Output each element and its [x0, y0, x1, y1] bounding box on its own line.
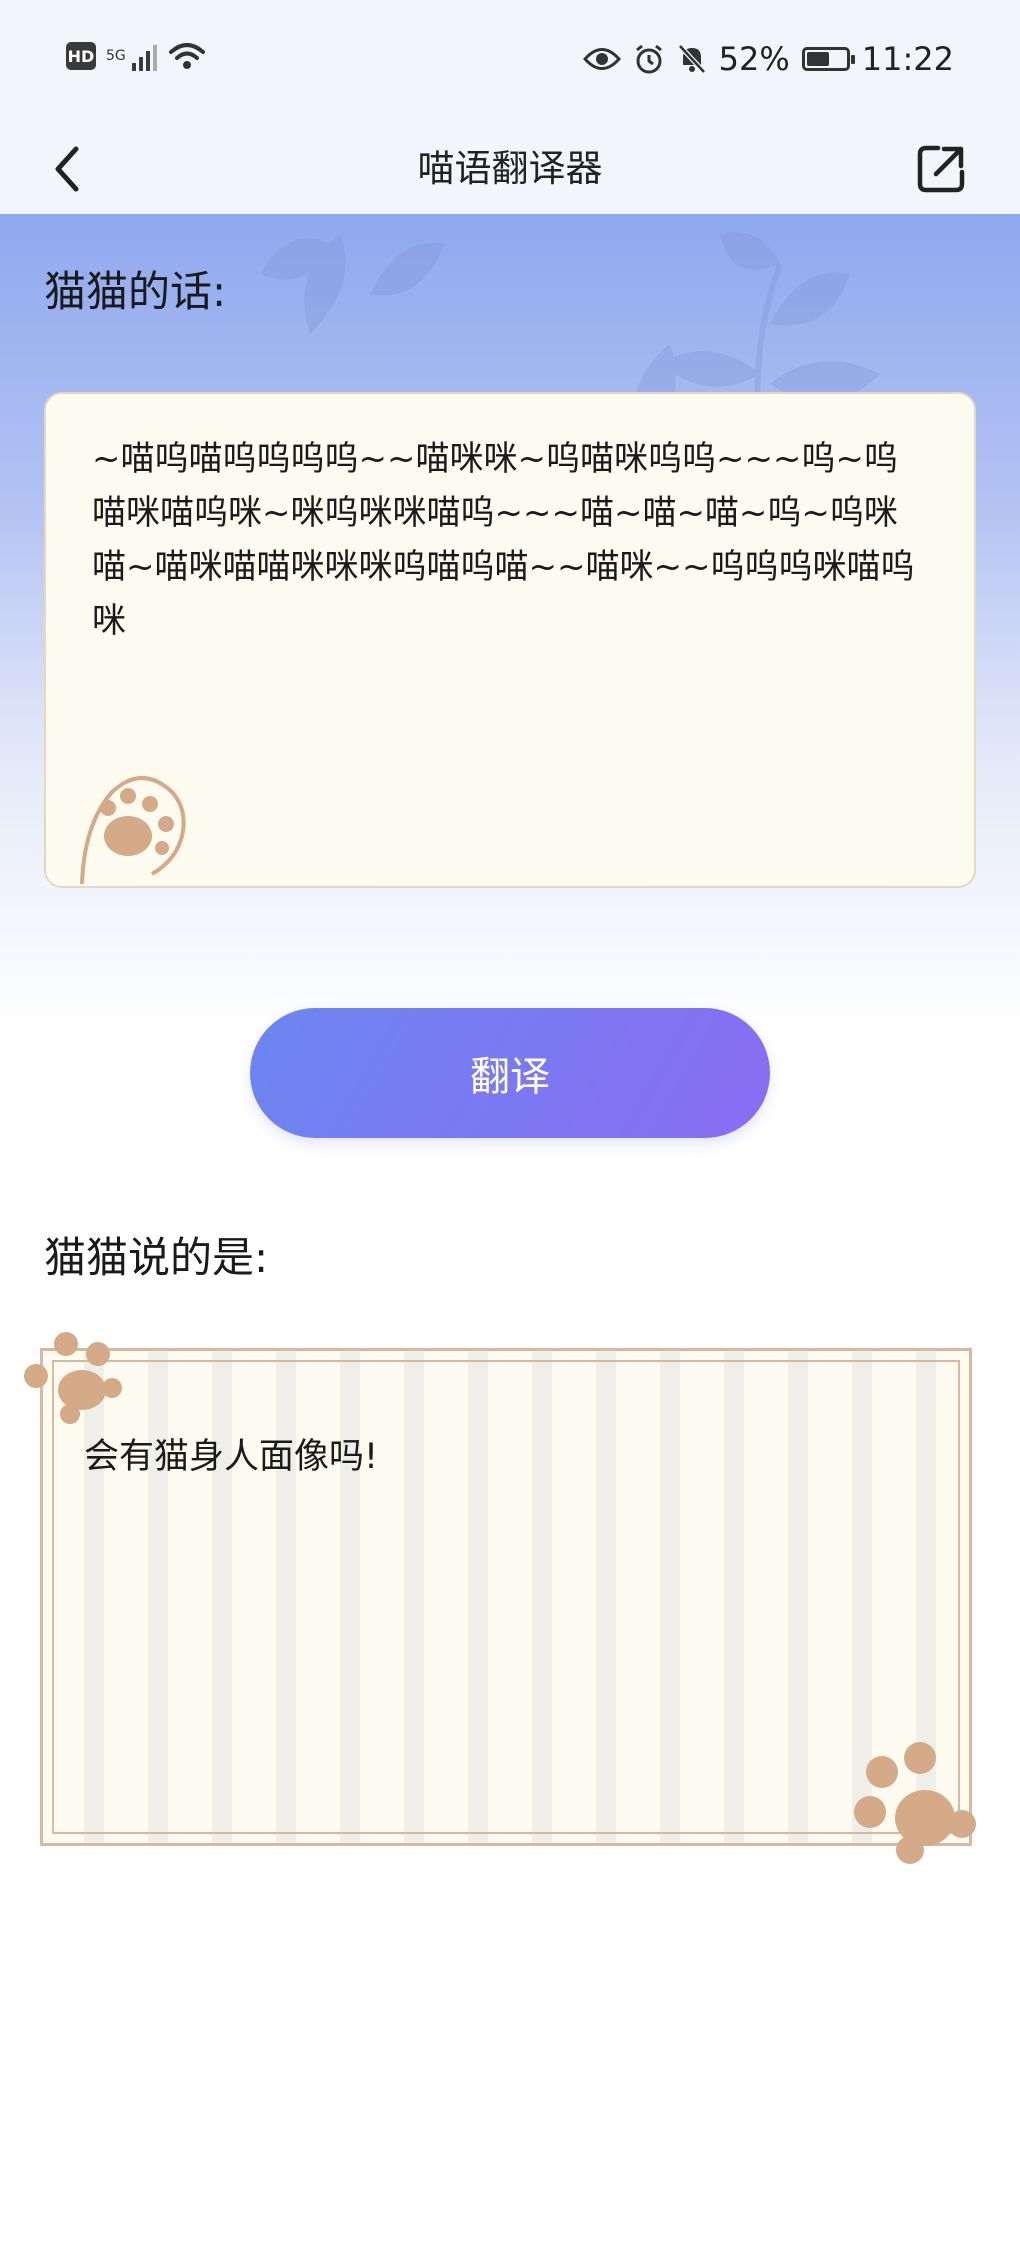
paw-icon — [80, 776, 186, 884]
status-bar: HD 5G 52% 11:22 — [0, 0, 1020, 124]
status-time: 11:22 — [861, 40, 954, 78]
alarm-icon — [635, 44, 662, 74]
title-bar: 喵语翻译器 — [0, 124, 1020, 214]
page-title: 喵语翻译器 — [417, 147, 603, 190]
wifi-icon — [168, 43, 205, 69]
status-left: HD 5G — [66, 40, 207, 72]
network-type: 5G — [106, 48, 126, 64]
eye-icon — [582, 48, 621, 70]
translate-button-label: 翻译 — [470, 1054, 550, 1100]
signal-icon — [131, 41, 157, 71]
share-external-icon — [917, 145, 965, 193]
mute-bell-icon — [677, 44, 706, 74]
paw-prints-top-left-icon — [24, 1332, 122, 1424]
result-label: 猫猫说的是: — [44, 1233, 269, 1282]
leaf-decoration-left — [260, 234, 445, 334]
meow-input-text: ~喵呜喵呜呜呜呜~~喵咪咪~呜喵咪呜呜~~~呜~呜喵咪喵呜咪~咪呜咪咪喵呜~~~… — [92, 439, 915, 641]
paw-prints-bottom-right-icon — [854, 1742, 976, 1864]
share-button[interactable] — [908, 124, 968, 214]
status-right: 52% 11:22 — [582, 40, 954, 78]
translation-result-text: 会有猫身人面像吗! — [84, 1437, 379, 1477]
translate-button[interactable]: 翻译 — [250, 1008, 770, 1138]
battery-icon — [801, 47, 855, 71]
battery-percent: 52% — [718, 40, 790, 78]
input-label: 猫猫的话: — [44, 267, 227, 316]
hd-icon: HD — [66, 42, 96, 70]
